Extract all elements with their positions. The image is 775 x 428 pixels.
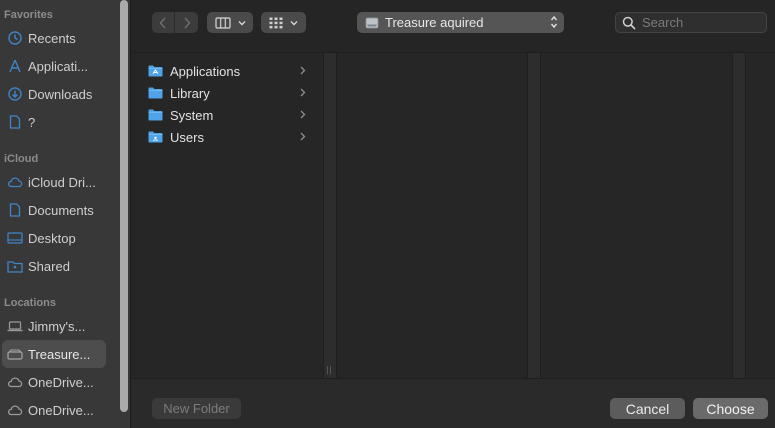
column-resize-handle-icon[interactable] [326,366,332,374]
folder-icon [148,65,163,77]
sidebar-item-label: Jimmy's... [28,318,86,334]
sidebar-item-unknown[interactable]: ? [2,108,106,136]
column-divider[interactable] [527,53,541,378]
column-view-button[interactable] [207,12,253,33]
document-icon [6,201,24,219]
folder-icon [148,109,163,121]
column-divider[interactable] [323,53,337,378]
folder-icon [148,131,163,143]
cloud-icon [6,401,24,419]
chevron-left-icon [159,16,166,29]
sidebar-item-desktop[interactable]: Desktop [2,224,106,252]
sidebar-item-shared[interactable]: Shared [2,252,106,280]
nav-buttons [152,12,199,33]
back-button[interactable] [152,12,175,33]
desktop-icon [6,229,24,247]
sidebar-item-label: OneDrive... [28,402,94,418]
section-favorites: Favorites [4,9,53,21]
sidebar-item-label: Applicati... [28,58,88,74]
up-down-arrows-icon [550,15,558,29]
apps-icon [6,57,24,75]
list-item[interactable]: Library [148,82,310,104]
sidebar-item-label: iCloud Dri... [28,174,96,190]
sidebar-item-onedrive-1[interactable]: OneDrive... [2,368,106,396]
forward-button[interactable] [175,12,198,33]
sidebar-item-onedrive-2[interactable]: OneDrive... [2,396,106,424]
list-item[interactable]: System [148,104,310,126]
list-item-label: Library [170,85,210,101]
section-icloud: iCloud [4,153,39,165]
sidebar-item-treasure[interactable]: Treasure... [2,340,106,368]
cancel-button[interactable]: Cancel [610,398,685,419]
chevron-right-icon [300,66,306,75]
choose-button[interactable]: Choose [693,398,768,419]
sidebar-item-icloud-drive[interactable]: iCloud Dri... [2,168,106,196]
open-dialog: Favorites Recents Applicati... Downloads… [0,0,775,428]
new-folder-button[interactable]: New Folder [152,398,241,419]
list-item-label: Users [170,129,204,145]
sidebar-scrollbar[interactable] [120,0,128,412]
sidebar-item-label: Documents [28,202,94,218]
column-3 [541,53,732,378]
sidebar-item-documents[interactable]: Documents [2,196,106,224]
location-label: Treasure aquired [385,15,484,30]
chevron-right-icon [183,16,191,29]
drive-icon [365,17,379,28]
chevron-right-icon [300,88,306,97]
sidebar-item-label: ? [28,114,36,130]
search-input[interactable] [642,15,752,30]
sidebar-item-applications[interactable]: Applicati... [2,52,106,80]
sidebar-item-jimmys[interactable]: Jimmy's... [2,312,106,340]
sidebar-item-label: Shared [28,258,70,274]
grid-icon [269,17,283,28]
shared-folder-icon [6,257,24,275]
location-popup[interactable]: Treasure aquired [357,12,564,33]
cloud-icon [6,373,24,391]
sidebar-item-label: Treasure... [28,346,91,362]
list-item-label: System [170,107,214,123]
column-2 [337,53,527,378]
list-item-label: Applications [170,63,241,79]
search-icon [622,16,636,30]
download-icon [6,85,24,103]
list-item[interactable]: Applications [148,60,310,82]
sidebar-item-label: Downloads [28,86,93,102]
chevron-down-icon [238,20,245,25]
column-divider[interactable] [732,53,746,378]
column-4 [746,53,775,378]
chevron-down-icon [290,20,298,25]
sidebar-item-label: OneDrive... [28,374,94,390]
sidebar-item-downloads[interactable]: Downloads [2,80,106,108]
list-item[interactable]: Users [148,126,310,148]
cloud-icon [6,173,24,191]
folder-icon [148,87,163,99]
sidebar-item-recents[interactable]: Recents [2,24,106,52]
columns-icon [214,16,231,29]
chevron-right-icon [300,132,306,141]
drive-icon [6,345,24,363]
group-view-button[interactable] [261,12,306,33]
section-locations: Locations [4,297,56,309]
chevron-right-icon [300,110,306,119]
clock-icon [6,29,24,47]
document-icon [6,113,24,131]
sidebar: Favorites Recents Applicati... Downloads… [0,0,131,428]
search-field[interactable] [615,12,767,33]
laptop-icon [6,317,24,335]
sidebar-item-label: Recents [28,30,76,46]
sidebar-item-label: Desktop [28,230,76,246]
